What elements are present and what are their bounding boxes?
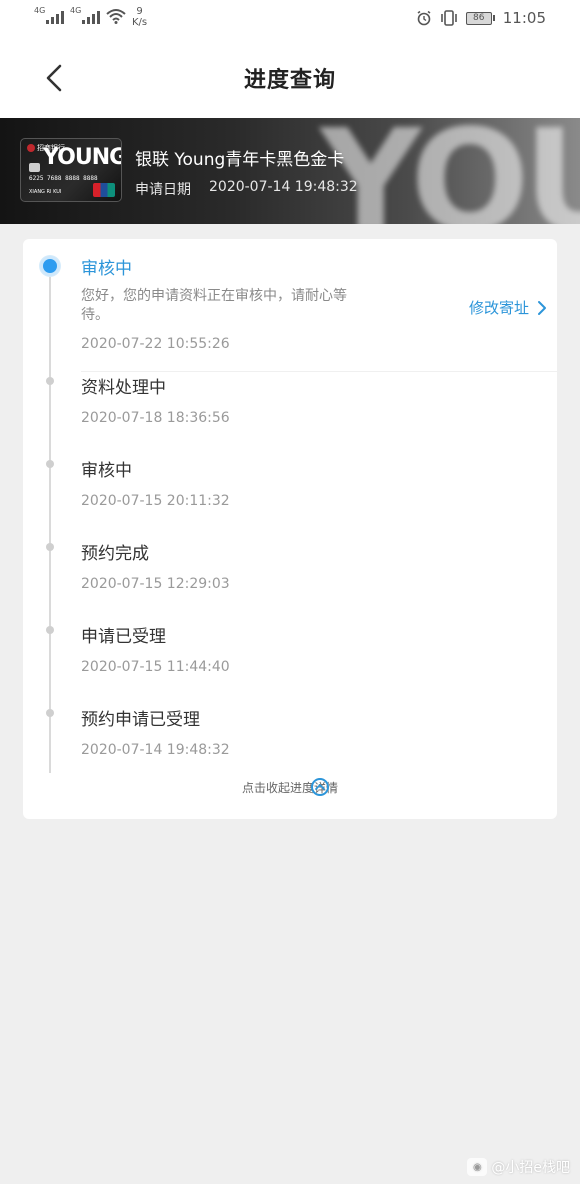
status-right: 86 11:05 [416,9,546,27]
timeline-step: 预约完成 2020-07-15 12:29:03 [81,539,230,592]
net-speed-unit: K/s [132,17,148,28]
timeline-step-current: 审核中 您好，您的申请资料正在审核中，请耐心等待。 2020-07-22 10:… [81,254,351,352]
app-header: 进度查询 [0,38,580,118]
bank-logo-icon [27,144,35,152]
signal-icon: 4G [34,6,64,24]
timeline-dot [46,709,54,717]
card-banner: YOUNG 招商银行 YOUNG 6225 7688 8888 8888 XIA… [0,118,580,224]
signal-type-label: 4G [34,6,46,15]
card-chip-icon [29,163,40,172]
step-title: 审核中 [81,461,132,481]
modify-address-label: 修改寄址 [468,299,529,317]
watermark: ◉ @小招e栈吧 [467,1157,570,1177]
timeline-dot [46,460,54,468]
battery-icon: 86 [465,11,495,25]
card-holder: XIANG RI KUI [29,189,62,195]
apply-date-row: 申请日期 2020-07-14 19:48:32 [135,179,358,199]
wifi-icon [106,9,126,24]
timeline-step: 申请已受理 2020-07-15 11:44:40 [81,622,230,675]
signal-icon: 4G [70,6,100,24]
chevron-up-icon [311,778,329,796]
card-number: 6225 7688 8888 8888 [29,175,98,182]
signal-type-label: 4G [70,6,82,15]
status-time: 11:05 [502,9,546,27]
status-bar: 4G 4G 9 K/s 86 11:05 [0,0,580,38]
apply-date-label: 申请日期 [135,182,191,198]
step-time: 2020-07-15 20:11:32 [81,493,230,509]
page-title: 进度查询 [243,68,336,93]
apply-date-value: 2020-07-14 19:48:32 [209,179,358,195]
step-time: 2020-07-18 18:36:56 [81,410,230,426]
step-title: 预约完成 [81,544,149,564]
timeline-step: 预约申请已受理 2020-07-14 19:48:32 [81,705,230,758]
timeline-step: 资料处理中 2020-07-18 18:36:56 [81,373,230,426]
card-young-text: YOUNG [43,145,122,170]
step-time: 2020-07-15 11:44:40 [81,659,230,675]
step-title: 审核中 [81,259,132,279]
unionpay-logo-icon [93,183,115,197]
battery-level: 86 [465,11,492,25]
timeline-dot [46,626,54,634]
step-title: 资料处理中 [81,378,166,398]
card-name: 银联 Young青年卡黑色金卡 [135,150,345,170]
step-description: 您好，您的申请资料正在审核中，请耐心等待。 [81,288,347,323]
timeline-dot [46,377,54,385]
step-title: 申请已受理 [81,627,166,647]
alarm-icon [417,10,431,26]
step-time: 2020-07-15 12:29:03 [81,576,230,592]
net-speed-value: 9 [136,6,143,17]
timeline-dot [46,543,54,551]
net-speed: 9 K/s [132,6,147,28]
timeline-line [49,265,51,773]
step-title: 预约申请已受理 [81,710,200,730]
modify-address-link[interactable]: 修改寄址 [469,297,547,318]
banner-background-text: YOUNG [320,118,580,224]
status-left: 4G 4G 9 K/s [34,6,147,28]
collapse-details-button[interactable]: 点击收起进度详情 [23,775,557,799]
watermark-logo-icon: ◉ [467,1158,488,1176]
divider [81,371,557,372]
progress-panel: 审核中 您好，您的申请资料正在审核中，请耐心等待。 2020-07-22 10:… [23,239,557,819]
timeline-step: 审核中 2020-07-15 20:11:32 [81,456,230,509]
card-thumbnail: 招商银行 YOUNG 6225 7688 8888 8888 XIANG RI … [20,138,122,202]
vibrate-icon [440,10,457,26]
step-time: 2020-07-22 10:55:26 [81,336,230,352]
watermark-text: @小招e栈吧 [491,1160,570,1176]
step-time: 2020-07-14 19:48:32 [81,742,230,758]
current-status-dot [40,256,60,276]
chevron-right-icon [538,300,546,315]
